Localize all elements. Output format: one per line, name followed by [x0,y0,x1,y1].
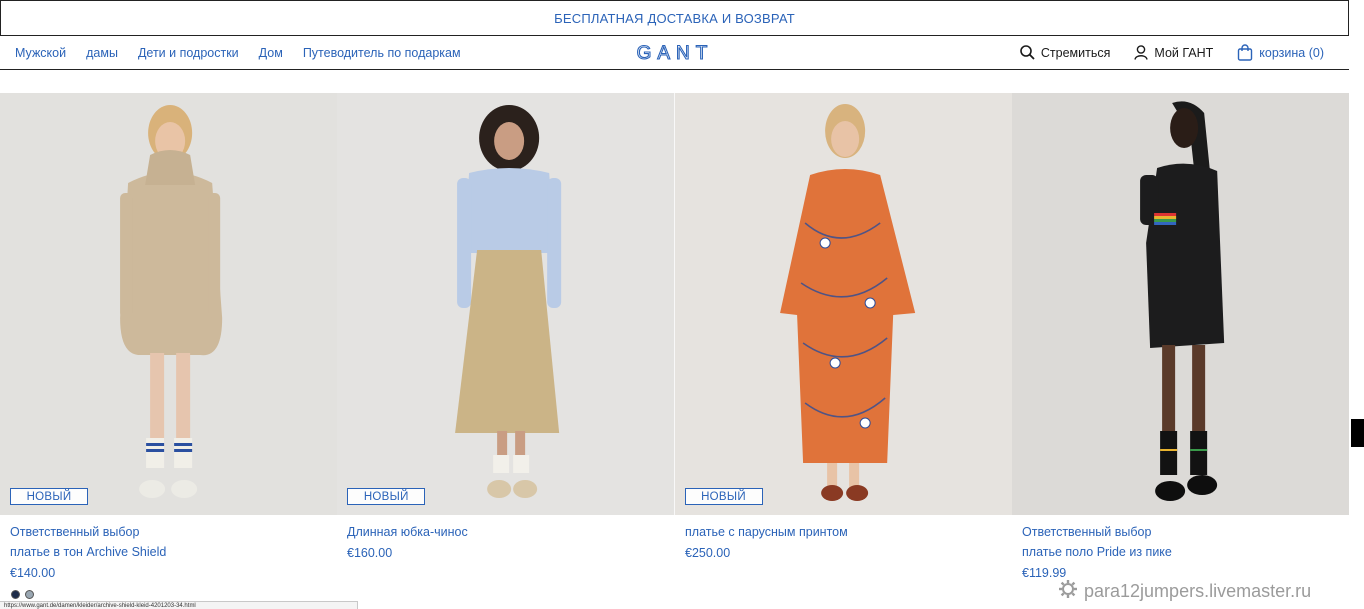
nav-link-men[interactable]: Мужской [15,46,66,60]
product-price: €160.00 [347,546,393,560]
new-badge: НОВЫЙ [347,488,426,505]
watermark: para12jumpers.livemaster.ru [1058,579,1311,604]
nav-link-women[interactable]: дамы [86,46,118,60]
promo-bar[interactable]: БЕСПЛАТНАЯ ДОСТАВКА И ВОЗВРАТ [0,0,1349,36]
product-card[interactable] [1011,93,1349,515]
brand-logo[interactable]: GANT [618,40,732,66]
svg-text:GANT: GANT [637,44,714,62]
nav-link-gift-guide[interactable]: Путеводитель по подаркам [303,46,461,60]
color-swatch-grey[interactable] [25,590,34,599]
nav-link-kids[interactable]: Дети и подростки [138,46,239,60]
new-badge: НОВЫЙ [684,488,763,505]
product-price: €140.00 [10,566,56,580]
status-url: https://www.gant.de/damen/kleider/archiv… [4,603,196,609]
nav-link-home[interactable]: Дом [259,46,283,60]
product-name[interactable]: платье в тон Archive Shield [10,542,166,562]
nav-utilities: Стремиться Мой ГАНТ корзина (0) [1020,36,1324,69]
product-label[interactable]: Ответственный выбор [1022,522,1172,542]
color-swatches [11,590,34,599]
product-info[interactable]: платье с парусным принтом €250.00 [685,522,848,563]
product-card[interactable]: НОВЫЙ [674,93,1012,515]
product-image[interactable] [0,93,338,515]
product-image[interactable] [674,93,1012,515]
bag-icon [1237,44,1253,61]
main-nav: Мужской дамы Дети и подростки Дом Путево… [0,35,1349,70]
cart-label: корзина (0) [1259,45,1324,60]
browser-status-bar: https://www.gant.de/damen/kleider/archiv… [0,601,358,609]
product-grid: НОВЫЙ НОВЫЙ НОВЫЙ [0,93,1349,515]
nav-categories: Мужской дамы Дети и подростки Дом Путево… [0,46,461,60]
product-info[interactable]: Ответственный выбор платье в тон Archive… [10,522,166,583]
product-card[interactable]: НОВЫЙ [0,93,338,515]
promo-text[interactable]: БЕСПЛАТНАЯ ДОСТАВКА И ВОЗВРАТ [554,11,795,26]
side-tab[interactable] [1351,419,1364,447]
product-image[interactable] [337,93,675,515]
watermark-text: para12jumpers.livemaster.ru [1084,581,1312,601]
product-card[interactable]: НОВЫЙ [337,93,675,515]
product-name[interactable]: платье поло Pride из пике [1022,542,1172,562]
cart-button[interactable]: корзина (0) [1237,44,1324,61]
product-name[interactable]: платье с парусным принтом [685,522,848,542]
user-icon [1134,45,1149,60]
search-icon [1020,45,1035,60]
color-swatch-navy[interactable] [11,590,20,599]
product-info[interactable]: Ответственный выбор платье поло Pride из… [1022,522,1172,583]
product-label[interactable]: Ответственный выбор [10,522,166,542]
product-info[interactable]: Длинная юбка-чинос €160.00 [347,522,468,563]
account-button[interactable]: Мой ГАНТ [1134,45,1213,60]
new-badge: НОВЫЙ [10,488,88,505]
search-label: Стремиться [1040,45,1111,60]
gant-logo: GANT [636,44,714,62]
gear-icon [1058,579,1078,604]
product-image[interactable] [1011,93,1349,515]
product-name[interactable]: Длинная юбка-чинос [347,522,468,542]
account-label: Мой ГАНТ [1154,45,1214,60]
product-price: €250.00 [685,546,731,560]
search-button[interactable]: Стремиться [1020,45,1111,60]
